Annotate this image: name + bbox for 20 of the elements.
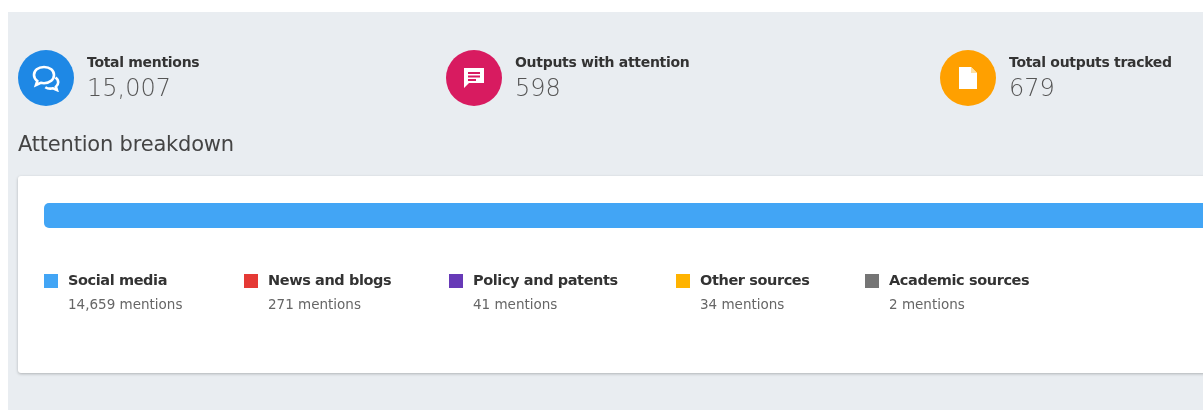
legend-label: Policy and patents — [473, 272, 619, 288]
legend-count: 271 mentions — [268, 296, 362, 312]
legend-label: Academic sources — [889, 272, 1031, 288]
stat-value: 679 — [1009, 74, 1056, 102]
legend-label: News and blogs — [268, 272, 393, 288]
legend-label: Social media — [68, 272, 169, 288]
stat-value: 598 — [515, 74, 562, 102]
chat-bubbles-icon — [31, 64, 61, 92]
legend-count: 34 mentions — [700, 296, 786, 312]
legend-count: 41 mentions — [473, 296, 559, 312]
stat-value: 15,007 — [87, 74, 172, 102]
legend-count: 2 mentions — [889, 296, 966, 312]
stat-title: Total outputs tracked — [1009, 54, 1172, 70]
section-heading: Attention breakdown — [18, 132, 235, 156]
message-icon — [461, 65, 487, 91]
stat-title: Outputs with attention — [515, 54, 690, 70]
legend-count: 14,659 mentions — [68, 296, 184, 312]
document-icon — [957, 65, 979, 91]
legend-label: Other sources — [700, 272, 811, 288]
stat-title: Total mentions — [87, 54, 200, 70]
